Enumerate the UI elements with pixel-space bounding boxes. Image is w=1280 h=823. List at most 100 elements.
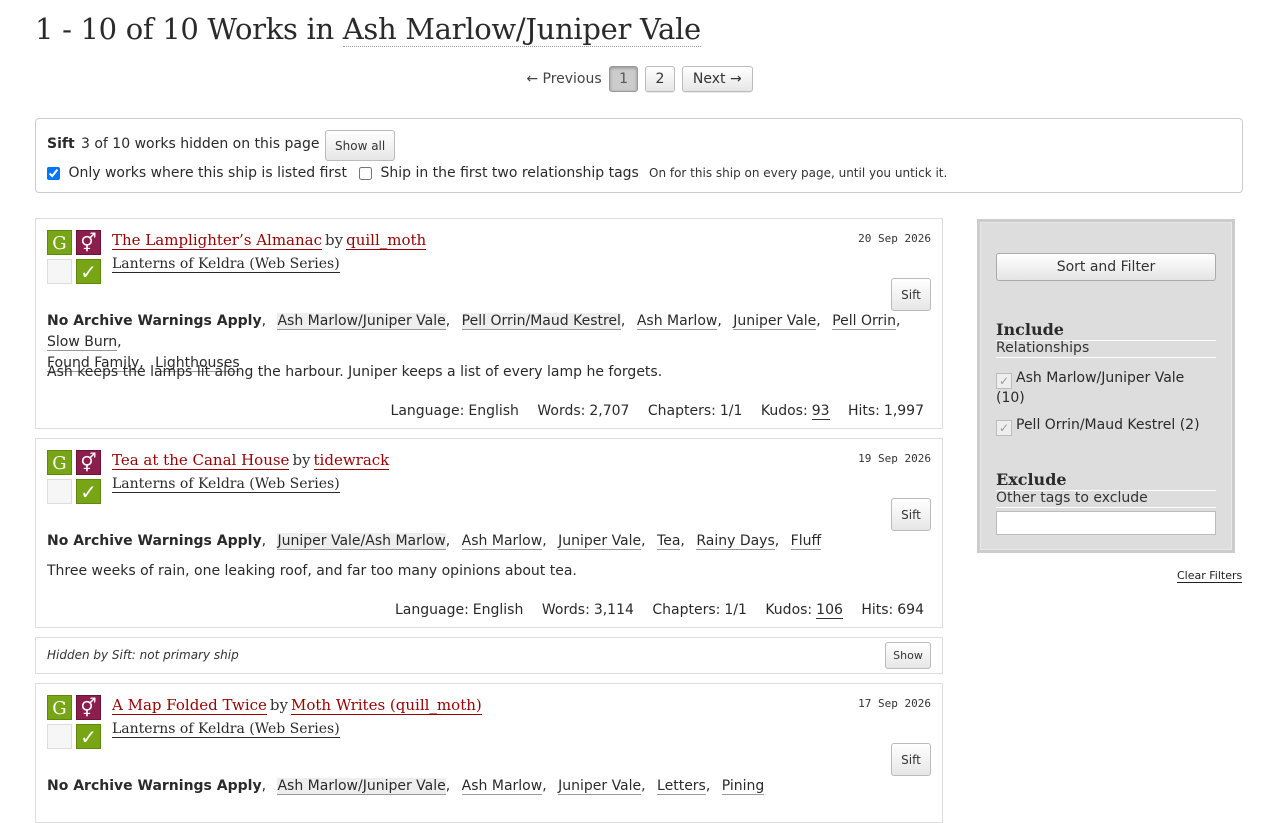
fandom-link[interactable]: Lanterns of Keldra (Web Series): [112, 256, 340, 273]
work-date: 19 Sep 2026: [858, 452, 931, 465]
sift-panel: Sift 3 of 10 works hidden on this page S…: [35, 118, 1243, 193]
freeform-tag[interactable]: Ash Marlow: [461, 533, 543, 550]
chapters-label: Chapters:: [652, 602, 721, 618]
fandom-link[interactable]: Lanterns of Keldra (Web Series): [112, 721, 340, 738]
freeform-tag[interactable]: Fluff: [790, 533, 822, 550]
hits-value: 694: [897, 602, 924, 618]
work-title-link[interactable]: The Lamplighter’s Almanac: [112, 231, 323, 250]
show-all-button[interactable]: Show all: [325, 130, 396, 161]
heading-ship-link[interactable]: Ash Marlow/Juniper Vale: [342, 12, 701, 47]
sift-hidden-count: 3 of 10 works hidden on this page: [81, 136, 320, 152]
relationship-tag[interactable]: Ash Marlow/Juniper Vale: [277, 778, 446, 795]
category-multi-icon: ⚥: [76, 230, 101, 255]
kudos-link[interactable]: 93: [811, 403, 830, 420]
include-heading: Include: [996, 320, 1064, 339]
filters-panel: Sort and Filter Include Relationships ✓ A…: [977, 219, 1235, 553]
complete-check-icon: ✓: [76, 259, 101, 284]
clear-filters-link[interactable]: Clear Filters: [1177, 569, 1243, 583]
page-1-current: 1: [609, 66, 639, 92]
freeform-tag[interactable]: Rainy Days: [696, 533, 775, 550]
rating-general-icon: G: [47, 695, 72, 720]
include-option-label: Pell Orrin/Maud Kestrel (2): [1016, 417, 1200, 433]
next-link[interactable]: Next →: [681, 66, 753, 92]
relationship-tag[interactable]: Ash Marlow/Juniper Vale: [277, 313, 446, 330]
exclude-tags-input[interactable]: [996, 511, 1216, 535]
work-date: 20 Sep 2026: [858, 232, 931, 245]
heading-prefix: 1 - 10 of 10 Works in: [35, 12, 334, 46]
kudos-link[interactable]: 106: [816, 602, 843, 619]
language-label: Language:: [390, 403, 465, 419]
words-value: 2,707: [589, 403, 630, 419]
freeform-tag[interactable]: Slow Burn: [47, 334, 118, 351]
language-label: Language:: [394, 602, 469, 618]
first-two-tags-checkbox[interactable]: [359, 166, 372, 180]
kudos-label: Kudos:: [765, 602, 813, 618]
previous-link: ← Previous: [526, 71, 602, 87]
exclude-heading: Exclude: [996, 470, 1067, 489]
fandom: Lanterns of Keldra (Web Series): [112, 476, 340, 493]
freeform-tag[interactable]: Ash Marlow: [636, 313, 718, 330]
hidden-by-sift-text: Hidden by Sift: not primary ship: [47, 648, 239, 662]
freeform-tag[interactable]: Ash Marlow: [461, 778, 543, 795]
work-summary: Three weeks of rain, one leaking roof, a…: [47, 563, 577, 579]
author-link[interactable]: Moth Writes (quill_moth): [291, 696, 482, 715]
author-link[interactable]: tidewrack: [313, 451, 390, 470]
first-two-tags-label: Ship in the first two relationship tags: [380, 165, 639, 181]
option-ship-listed-first[interactable]: Only works where this ship is listed fir…: [47, 165, 347, 181]
include-option[interactable]: ✓ Ash Marlow/Juniper Vale (10): [996, 369, 1216, 408]
warning-none-icon: [47, 479, 72, 504]
hidden-work-row: Hidden by Sift: not primary ship Show: [35, 637, 943, 674]
chapters-value: 1/1: [719, 403, 743, 419]
complete-check-icon: ✓: [76, 479, 101, 504]
work-title-link[interactable]: A Map Folded Twice: [112, 696, 267, 715]
ship-listed-first-checkbox[interactable]: [47, 166, 60, 180]
relationship-tag[interactable]: Pell Orrin/Maud Kestrel: [461, 313, 621, 330]
freeform-tag[interactable]: Pell Orrin: [832, 313, 897, 330]
work-item: G ⚥ ✓ Tea at the Canal House by tidewrack …: [35, 438, 943, 628]
sort-and-filter-button[interactable]: Sort and Filter: [996, 253, 1216, 281]
sift-work-button[interactable]: Sift: [891, 278, 931, 311]
freeform-tag[interactable]: Juniper Vale: [558, 533, 642, 550]
sift-note: On for this ship on every page, until yo…: [649, 166, 948, 180]
work-title-link[interactable]: Tea at the Canal House: [112, 451, 290, 470]
page-2-link[interactable]: 2: [644, 66, 676, 92]
checkbox-icon[interactable]: ✓: [996, 373, 1012, 389]
work-heading: A Map Folded Twice by Moth Writes (quill_m…: [112, 696, 482, 715]
words-label: Words:: [537, 403, 586, 419]
rating-general-icon: G: [47, 230, 72, 255]
freeform-tag[interactable]: Letters: [657, 778, 706, 795]
warning-tag[interactable]: No Archive Warnings Apply: [47, 533, 262, 549]
page-heading: 1 - 10 of 10 Works in Ash Marlow/Juniper…: [35, 12, 701, 47]
include-option-label: Ash Marlow/Juniper Vale (10): [996, 370, 1185, 406]
include-option[interactable]: ✓ Pell Orrin/Maud Kestrel (2): [996, 416, 1216, 436]
option-first-two-tags[interactable]: Ship in the first two relationship tags: [359, 165, 639, 181]
language-value: English: [472, 602, 524, 618]
complete-check-icon: ✓: [76, 724, 101, 749]
sift-title: Sift: [47, 136, 75, 152]
freeform-tag[interactable]: Juniper Vale: [558, 778, 642, 795]
freeform-tag[interactable]: Tea: [657, 533, 681, 550]
required-tags: G ⚥ ✓: [47, 230, 103, 286]
required-tags: G ⚥ ✓: [47, 695, 103, 751]
by-text: by: [292, 451, 311, 469]
tag-list: No Archive Warnings Apply, Ash Marlow/Ju…: [47, 778, 765, 795]
freeform-tag[interactable]: Pining: [721, 778, 765, 795]
author-link[interactable]: quill_moth: [346, 231, 427, 250]
relationships-subheading: Relationships: [996, 340, 1216, 358]
hits-label: Hits:: [847, 403, 880, 419]
sift-work-button[interactable]: Sift: [891, 498, 931, 531]
warning-tag[interactable]: No Archive Warnings Apply: [47, 313, 262, 329]
work-heading: Tea at the Canal House by tidewrack: [112, 451, 390, 470]
freeform-tag[interactable]: Juniper Vale: [733, 313, 817, 330]
work-stats: Language: English Words: 3,114 Chapters: 1/…: [394, 602, 924, 619]
relationship-tag[interactable]: Juniper Vale/Ash Marlow: [277, 533, 446, 550]
fandom-link[interactable]: Lanterns of Keldra (Web Series): [112, 476, 340, 493]
words-value: 3,114: [593, 602, 634, 618]
sift-work-button[interactable]: Sift: [891, 743, 931, 776]
words-label: Words:: [541, 602, 590, 618]
chapters-value: 1/1: [724, 602, 747, 618]
warning-tag[interactable]: No Archive Warnings Apply: [47, 778, 262, 794]
checkbox-icon[interactable]: ✓: [996, 420, 1012, 436]
work-heading: The Lamplighter’s Almanac by quill_moth: [112, 231, 427, 250]
show-hidden-button[interactable]: Show: [885, 642, 931, 669]
